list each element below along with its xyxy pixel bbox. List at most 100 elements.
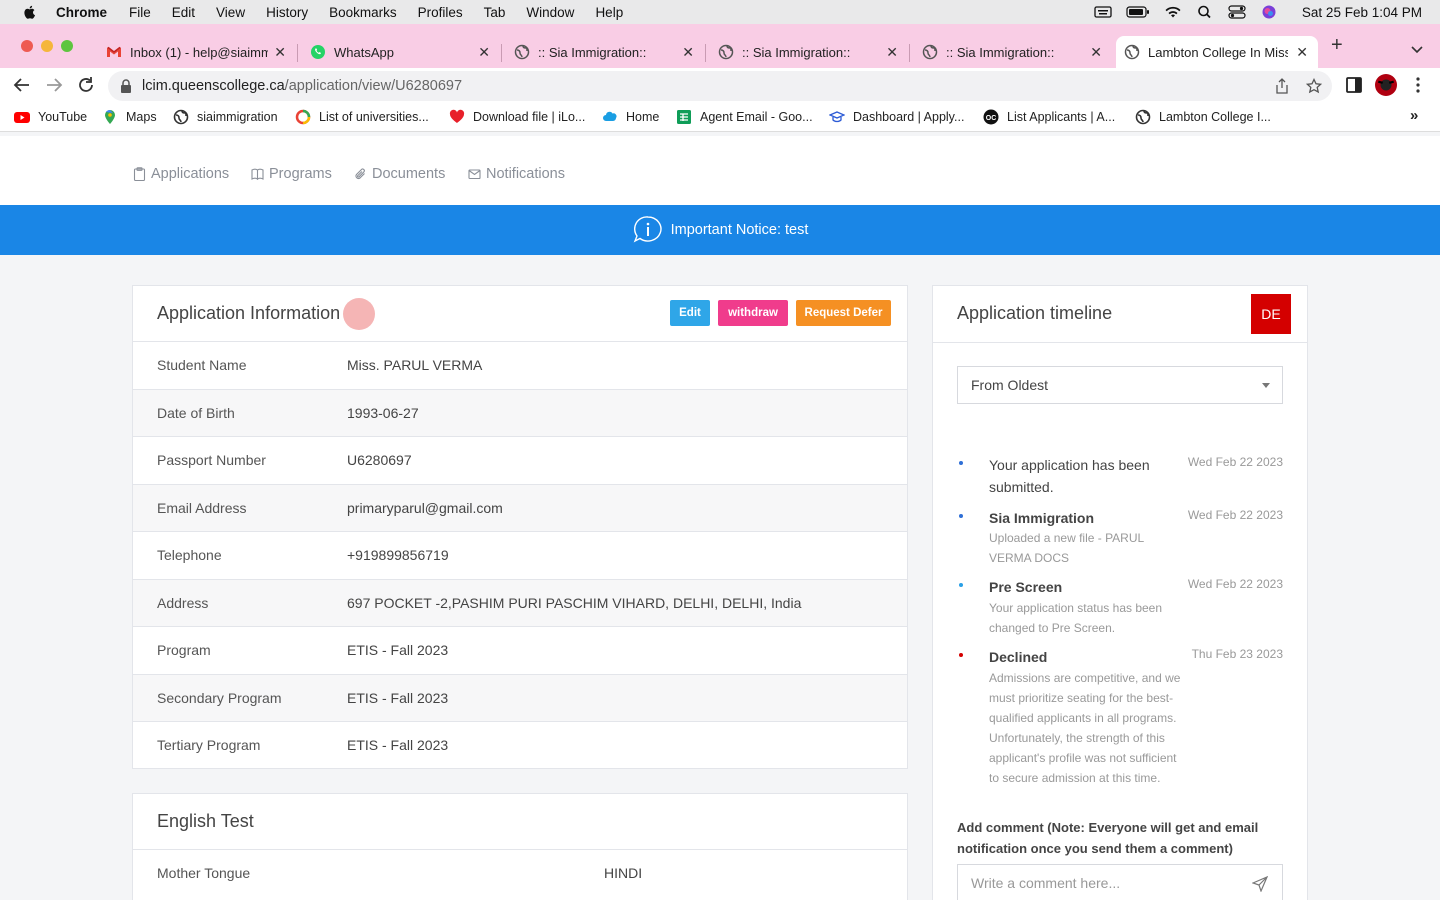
share-icon[interactable] <box>1274 78 1290 94</box>
status-dot <box>343 298 375 330</box>
table-row: Passport Number U6280697 <box>133 437 907 485</box>
add-comment-label: Add comment (Note: Everyone will get and… <box>957 820 1259 856</box>
table-row: Secondary Program ETIS - Fall 2023 <box>133 674 907 722</box>
close-tab-icon[interactable]: ✕ <box>886 44 898 61</box>
withdraw-button[interactable]: withdraw <box>718 300 788 326</box>
nav-applications[interactable]: Applications <box>133 166 229 182</box>
menu-view[interactable]: View <box>216 5 245 20</box>
paperclip-icon <box>355 168 365 180</box>
menu-chrome[interactable]: Chrome <box>56 5 107 20</box>
globe-icon <box>718 44 734 60</box>
menu-help[interactable]: Help <box>595 5 623 20</box>
app-navigation: Applications Programs Documents Notifica… <box>0 136 1440 205</box>
close-tab-icon[interactable]: ✕ <box>1090 44 1102 61</box>
heart-icon <box>449 109 465 123</box>
keyboard-icon[interactable] <box>1094 5 1112 19</box>
application-timeline-card: Application timeline DE From Oldest Your… <box>932 285 1308 900</box>
control-center-icon[interactable] <box>1228 5 1246 19</box>
tab-sia-immigration-1[interactable]: :: Sia Immigration:: ✕ <box>506 36 704 68</box>
new-tab-button[interactable]: + <box>1331 34 1343 57</box>
back-arrow-icon[interactable] <box>13 76 31 94</box>
bookmark-agent-email[interactable]: Agent Email - Goo... <box>676 109 813 125</box>
gmail-icon <box>107 46 121 57</box>
important-notice-banner: Important Notice: test <box>0 205 1440 255</box>
send-icon[interactable] <box>1252 876 1268 892</box>
bookmark-maps[interactable]: Maps <box>102 109 157 125</box>
globe-icon <box>922 44 938 60</box>
bookmark-dashboard-apply[interactable]: Dashboard | Apply... <box>829 109 964 125</box>
tab-lambton-college[interactable]: Lambton College In Miss ✕ <box>1116 36 1318 68</box>
bookmark-download-file[interactable]: Download file | iLo... <box>449 109 585 125</box>
edit-button[interactable]: Edit <box>670 300 710 326</box>
menu-edit[interactable]: Edit <box>172 5 195 20</box>
wifi-icon[interactable] <box>1164 5 1182 19</box>
clipboard-icon <box>133 167 146 181</box>
request-defer-button[interactable]: Request Defer <box>796 300 891 326</box>
close-tab-icon[interactable]: ✕ <box>682 44 694 61</box>
bookmark-siaimmigration[interactable]: siaimmigration <box>173 109 278 125</box>
globe-icon <box>1135 109 1151 125</box>
url-host: lcim.queenscollege.ca <box>142 78 285 94</box>
address-bar[interactable]: lcim.queenscollege.ca/application/view/U… <box>108 71 1332 101</box>
bookmark-home[interactable]: Home <box>602 109 659 125</box>
bookmark-list-applicants[interactable]: OC List Applicants | A... <box>983 109 1115 125</box>
application-information-card: Application Information Edit withdraw Re… <box>132 285 908 769</box>
card-title: Application Information <box>157 303 341 323</box>
oc-icon: OC <box>983 109 999 125</box>
battery-icon[interactable] <box>1126 5 1150 19</box>
star-icon[interactable] <box>1306 78 1322 94</box>
more-bookmarks-icon[interactable]: » <box>1410 107 1418 124</box>
browser-tab-strip: Inbox (1) - help@siaimmi ✕ WhatsApp ✕ ::… <box>0 24 1440 68</box>
page-content: Applications Programs Documents Notifica… <box>0 136 1440 900</box>
reload-icon[interactable] <box>77 76 95 94</box>
table-row: Telephone +919899856719 <box>133 532 907 580</box>
profile-avatar[interactable] <box>1375 74 1397 96</box>
card-header: Application timeline DE <box>933 286 1307 343</box>
close-window-button[interactable] <box>21 40 33 52</box>
graduation-icon <box>829 111 845 123</box>
menubar-clock[interactable]: Sat 25 Feb 1:04 PM <box>1302 5 1422 20</box>
maximize-window-button[interactable] <box>61 40 73 52</box>
comment-input[interactable]: Write a comment here... <box>957 864 1283 900</box>
apple-icon[interactable] <box>22 4 38 20</box>
english-test-card: English Test Mother Tongue HINDI <box>132 793 908 900</box>
tab-separator <box>705 44 706 62</box>
nav-documents[interactable]: Documents <box>354 166 445 182</box>
tab-whatsapp[interactable]: WhatsApp ✕ <box>302 36 500 68</box>
more-menu-icon[interactable] <box>1409 76 1427 94</box>
siri-icon[interactable] <box>1260 5 1278 19</box>
menu-file[interactable]: File <box>129 5 151 20</box>
close-tab-icon[interactable]: ✕ <box>274 44 286 61</box>
table-row: Student Name Miss. PARUL VERMA <box>133 342 907 390</box>
browser-toolbar: lcim.queenscollege.ca/application/view/U… <box>0 68 1440 102</box>
tab-sia-immigration-3[interactable]: :: Sia Immigration:: ✕ <box>914 36 1112 68</box>
bookmark-lambton-college[interactable]: Lambton College I... <box>1135 109 1271 125</box>
menu-bookmarks[interactable]: Bookmarks <box>329 5 397 20</box>
menu-tab[interactable]: Tab <box>484 5 506 20</box>
timeline-sort-select[interactable]: From Oldest <box>957 366 1283 404</box>
url-path: /application/view/U6280697 <box>284 78 463 94</box>
minimize-window-button[interactable] <box>41 40 53 52</box>
menu-profiles[interactable]: Profiles <box>418 5 463 20</box>
nav-notifications[interactable]: Notifications <box>468 166 565 182</box>
timeline-bullet <box>959 461 963 465</box>
menu-history[interactable]: History <box>266 5 308 20</box>
close-tab-icon[interactable]: ✕ <box>478 44 490 61</box>
menu-window[interactable]: Window <box>526 5 574 20</box>
tab-gmail[interactable]: Inbox (1) - help@siaimmi ✕ <box>98 36 296 68</box>
forward-arrow-icon[interactable] <box>45 76 63 94</box>
close-tab-icon[interactable]: ✕ <box>1296 44 1308 61</box>
bookmark-list-of-universities[interactable]: List of universities... <box>295 109 429 125</box>
lock-icon[interactable] <box>120 79 132 93</box>
tab-sia-immigration-2[interactable]: :: Sia Immigration:: ✕ <box>710 36 908 68</box>
spotlight-search-icon[interactable] <box>1196 5 1214 19</box>
info-chat-icon <box>633 216 662 243</box>
tab-separator <box>501 44 502 62</box>
comment-placeholder: Write a comment here... <box>971 875 1121 891</box>
sidebar-icon[interactable] <box>1345 76 1363 94</box>
chevron-down-icon[interactable] <box>1410 42 1424 56</box>
globe-icon <box>1124 44 1140 60</box>
nav-programs[interactable]: Programs <box>251 166 332 182</box>
bookmark-youtube[interactable]: YouTube <box>14 109 87 125</box>
caret-down-icon <box>1262 383 1270 388</box>
